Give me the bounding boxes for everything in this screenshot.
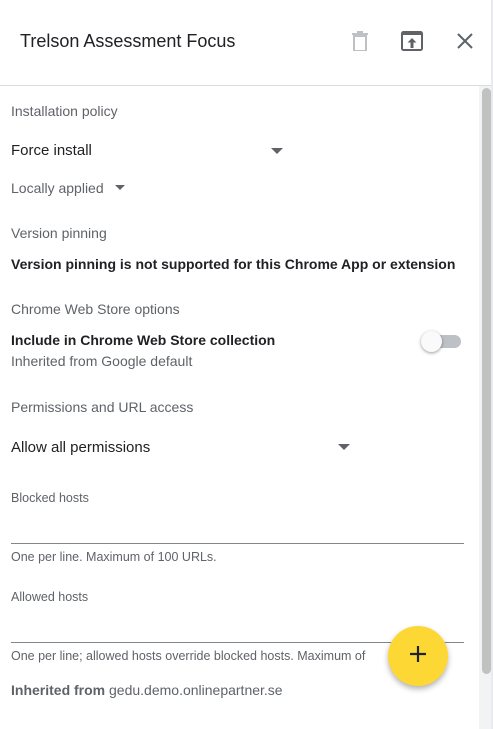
blocked-hosts-label: Blocked hosts xyxy=(11,491,89,505)
inherited-from-prefix: Inherited from xyxy=(11,682,106,698)
blocked-hosts-underline xyxy=(11,543,464,544)
version-pinning-label: Version pinning xyxy=(11,225,107,241)
installation-policy-select[interactable]: Force install xyxy=(11,142,281,164)
permissions-value: Allow all permissions xyxy=(11,439,151,456)
panel-header: Trelson Assessment Focus xyxy=(0,0,493,86)
permissions-select[interactable]: Allow all permissions xyxy=(11,439,351,461)
scope-value: Locally applied xyxy=(11,180,104,196)
web-store-inherited-label: Inherited from Google default xyxy=(11,353,193,369)
installation-policy-value: Force install xyxy=(11,142,92,159)
panel-title: Trelson Assessment Focus xyxy=(20,31,236,51)
close-icon xyxy=(457,33,473,49)
inherited-from-line: Inherited from gedu.demo.onlinepartner.s… xyxy=(11,682,283,698)
permissions-label: Permissions and URL access xyxy=(11,399,194,415)
blocked-hosts-helper: One per line. Maximum of 100 URLs. xyxy=(11,550,217,564)
version-pinning-message: Version pinning is not supported for thi… xyxy=(11,256,456,272)
chevron-down-icon[interactable] xyxy=(338,444,350,450)
blocked-hosts-input[interactable] xyxy=(11,512,464,542)
scrollbar-thumb[interactable] xyxy=(482,88,491,674)
open-in-new-button[interactable] xyxy=(398,27,426,55)
delete-button[interactable] xyxy=(346,27,374,55)
open-in-new-icon xyxy=(401,31,423,51)
web-store-options-label: Chrome Web Store options xyxy=(11,301,180,317)
trash-icon xyxy=(352,31,368,51)
installation-policy-label: Installation policy xyxy=(11,103,118,119)
plus-icon xyxy=(409,645,427,668)
chevron-down-icon[interactable] xyxy=(115,185,125,190)
allowed-hosts-helper: One per line; allowed hosts override blo… xyxy=(11,649,366,663)
allowed-hosts-label: Allowed hosts xyxy=(11,590,89,604)
inherited-from-source: gedu.demo.onlinepartner.se xyxy=(109,682,283,698)
add-button[interactable] xyxy=(388,626,448,686)
chevron-down-icon[interactable] xyxy=(271,148,283,154)
scope-select[interactable]: Locally applied xyxy=(11,180,104,196)
close-button[interactable] xyxy=(451,27,479,55)
web-store-include-label: Include in Chrome Web Store collection xyxy=(11,332,276,348)
toggle-knob[interactable] xyxy=(421,331,442,352)
